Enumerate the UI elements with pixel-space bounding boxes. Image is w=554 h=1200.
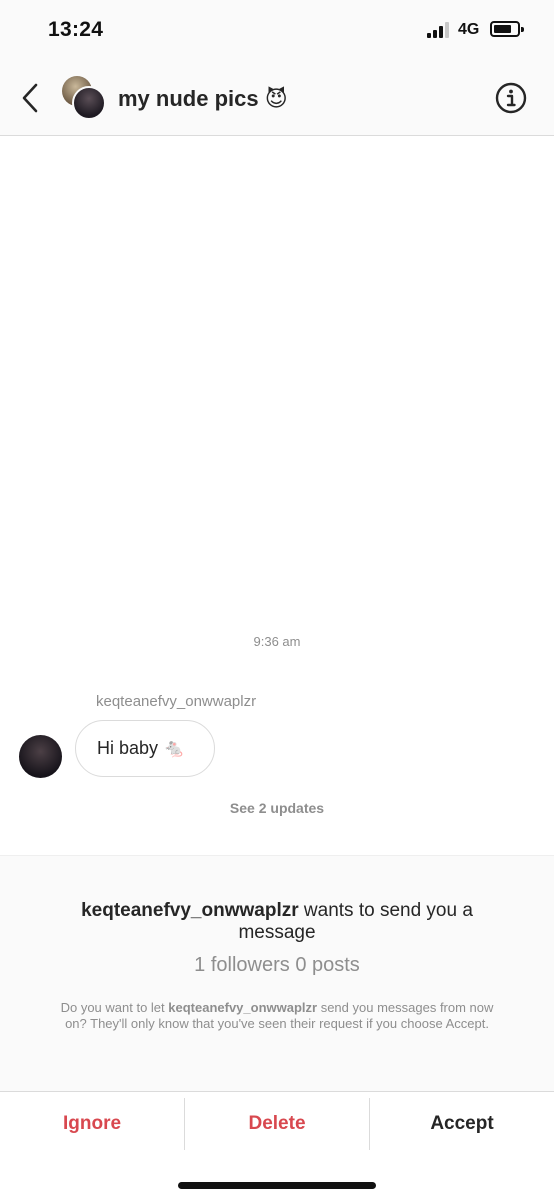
accept-button[interactable]: Accept: [370, 1092, 554, 1156]
battery-icon: [490, 21, 524, 37]
group-avatar[interactable]: [62, 76, 106, 120]
info-icon: [495, 82, 527, 114]
request-description: Do you want to let keqteanefvy_onwwaplzr…: [48, 1000, 506, 1032]
sender-username: keqteanefvy_onwwaplzr: [96, 693, 257, 710]
avatar[interactable]: [19, 735, 62, 778]
message-timestamp: 9:36 am: [253, 634, 301, 649]
info-button[interactable]: [495, 82, 527, 114]
network-type: 4G: [458, 21, 480, 38]
request-stats: 1 followers 0 posts: [194, 954, 360, 976]
home-indicator[interactable]: [178, 1182, 376, 1189]
message-request-panel: keqteanefvy_onwwaplzr wants to send you …: [0, 855, 554, 1091]
status-time: 13:24: [48, 18, 104, 41]
message-text: Hi baby 🐁: [97, 738, 186, 758]
chevron-left-icon: [22, 83, 38, 113]
avatar: [72, 86, 106, 120]
request-title: keqteanefvy_onwwaplzr wants to send you …: [60, 900, 494, 944]
ignore-button[interactable]: Ignore: [0, 1092, 184, 1156]
chat-header: my nude pics 😈: [0, 60, 554, 136]
see-updates-link[interactable]: See 2 updates: [0, 800, 554, 816]
request-username: keqteanefvy_onwwaplzr: [81, 900, 299, 921]
delete-button[interactable]: Delete: [185, 1092, 369, 1156]
message-bubble[interactable]: Hi baby 🐁: [75, 720, 215, 777]
signal-bars-icon: [427, 22, 453, 38]
thread-title[interactable]: my nude pics 😈: [118, 86, 288, 112]
request-desc-prefix: Do you want to let: [60, 1000, 169, 1015]
back-button[interactable]: [14, 78, 50, 118]
request-actions: Ignore Delete Accept: [0, 1091, 554, 1155]
status-bar: 13:24 4G: [0, 0, 554, 60]
request-desc-username: keqteanefvy_onwwaplzr: [168, 1000, 318, 1015]
